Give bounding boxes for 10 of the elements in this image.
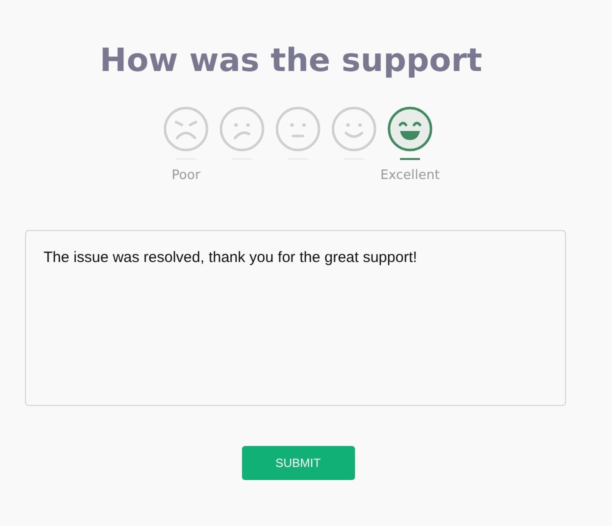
sad-face-icon xyxy=(219,106,265,152)
rating-label: Poor xyxy=(172,168,200,183)
grin-face-icon xyxy=(387,106,433,152)
neutral-face-icon xyxy=(275,106,321,152)
comment-field[interactable]: The issue was resolved, thank you for the great support! xyxy=(24,230,566,406)
rating-label: Excellent xyxy=(380,168,440,183)
angry-face-icon xyxy=(163,106,209,152)
smile-face-icon xyxy=(331,106,377,152)
rating-option[interactable] xyxy=(387,106,433,160)
survey-title: How was the support xyxy=(100,40,482,81)
